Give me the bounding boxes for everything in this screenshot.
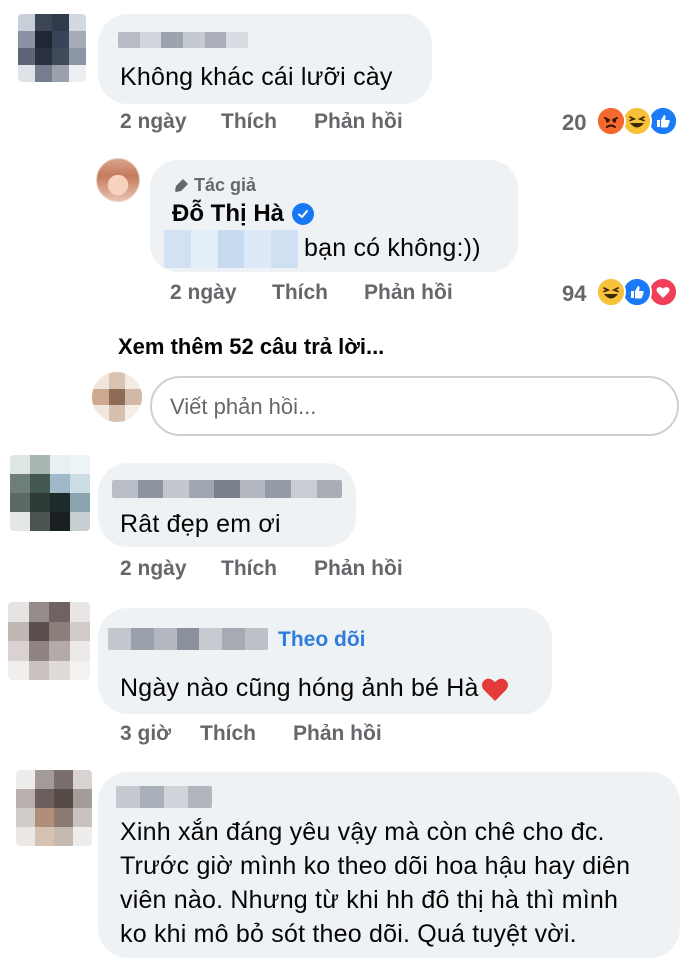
haha-icon (622, 106, 652, 136)
verified-icon (292, 203, 314, 225)
see-more-replies[interactable]: Xem thêm 52 câu trả lời... (118, 334, 384, 360)
comment-line: viên nào. Nhưng từ khi hh đô thị hà thì … (120, 886, 619, 914)
like-button[interactable]: Thích (221, 110, 277, 134)
author-name[interactable]: Đỗ Thị Hà (172, 200, 314, 228)
avatar[interactable] (16, 770, 92, 846)
reply-button[interactable]: Phản hồi (364, 281, 453, 305)
commenter-name-blurred[interactable] (116, 786, 212, 808)
angry-icon (596, 106, 626, 136)
reaction-count[interactable]: 20 (562, 110, 586, 136)
my-avatar (92, 372, 142, 422)
reply-button[interactable]: Phản hồi (314, 110, 403, 134)
heart-icon (481, 678, 508, 701)
comment-text: Không khác cái lưỡi cày (120, 63, 393, 91)
reply-input[interactable]: Viết phản hồi... (150, 376, 679, 436)
avatar[interactable] (18, 14, 86, 82)
comment-line: ko khi mô bỏ sót theo dõi. Quá tuyệt vời… (120, 920, 577, 948)
comment-line: Xinh xắn đáng yêu vậy mà còn chê cho đc. (120, 818, 605, 846)
like-button[interactable]: Thích (272, 281, 328, 305)
love-icon (648, 277, 678, 307)
like-icon (648, 106, 678, 136)
avatar[interactable] (8, 602, 90, 680)
comment-text: Ngày nào cũng hóng ảnh bé Hà (120, 674, 509, 703)
avatar[interactable] (10, 455, 90, 531)
reply-input-placeholder: Viết phản hồi... (170, 394, 317, 419)
commenter-name-blurred[interactable] (112, 480, 342, 498)
author-avatar[interactable] (96, 158, 140, 202)
reply-time[interactable]: 2 ngày (170, 281, 237, 305)
author-badge-label: Tác giả (194, 175, 257, 195)
comment-text-label: Ngày nào cũng hóng ảnh bé Hà (120, 674, 479, 702)
comment-line: Trước giờ mình ko theo dõi hoa hậu hay d… (120, 852, 631, 880)
commenter-name-blurred[interactable] (118, 32, 248, 48)
reply-button[interactable]: Phản hồi (293, 722, 382, 746)
haha-icon (596, 277, 626, 307)
commenter-name-blurred[interactable] (108, 628, 268, 650)
comment-time[interactable]: 2 ngày (120, 110, 187, 134)
like-button[interactable]: Thích (200, 722, 256, 746)
author-reply-text: bạn có không:)) (304, 234, 481, 262)
author-name-label: Đỗ Thị Hà (172, 200, 284, 227)
blurred-mention[interactable] (164, 230, 298, 268)
mic-icon (175, 178, 188, 192)
follow-button[interactable]: Theo dõi (278, 628, 366, 652)
comment-time[interactable]: 2 ngày (120, 557, 187, 581)
like-button[interactable]: Thích (221, 557, 277, 581)
reaction-count[interactable]: 94 (562, 281, 586, 307)
reply-button[interactable]: Phản hồi (314, 557, 403, 581)
author-badge: Tác giả (172, 175, 256, 196)
comment-text: Rât đẹp em ơi (120, 510, 281, 538)
like-icon (622, 277, 652, 307)
comment-time[interactable]: 3 giờ (120, 722, 171, 746)
